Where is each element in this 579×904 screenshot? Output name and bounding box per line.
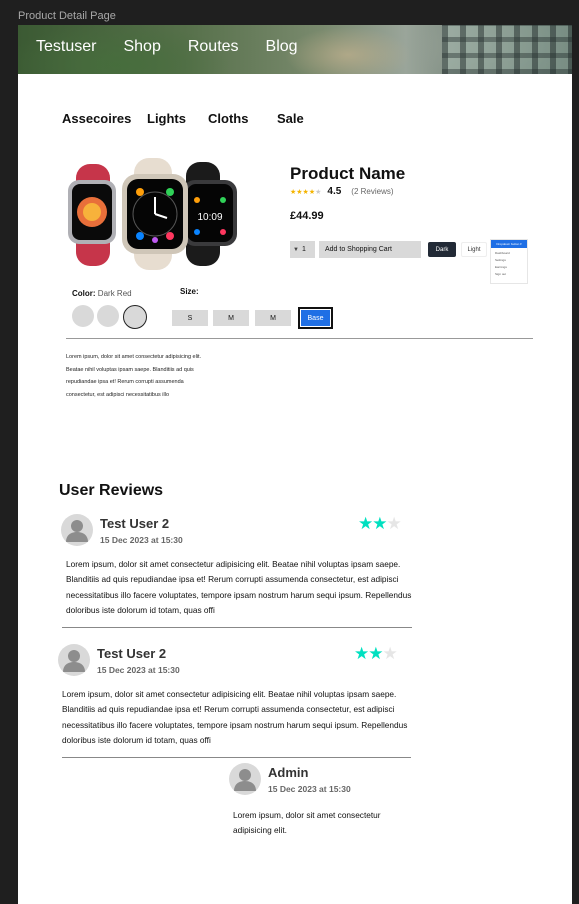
product-detail-page: Testuser Shop Routes Blog Assecoires Lig… bbox=[18, 25, 572, 904]
admin-avatar bbox=[229, 763, 261, 795]
review-author: Test User 2 bbox=[100, 516, 170, 531]
watch-red bbox=[68, 164, 116, 266]
quantity-value: 1 bbox=[301, 246, 306, 253]
section-divider bbox=[66, 338, 533, 339]
nav-blog[interactable]: Blog bbox=[266, 38, 298, 56]
user-icon bbox=[63, 650, 85, 672]
review-text: Lorem ipsum, dolor sit amet consectetur … bbox=[66, 559, 412, 615]
color-value: Dark Red bbox=[97, 289, 132, 298]
dark-theme-button[interactable]: Dark bbox=[428, 242, 456, 257]
hero-banner: Testuser Shop Routes Blog bbox=[18, 25, 572, 74]
reply-author: Admin bbox=[268, 765, 309, 780]
review-date: 15 Dec 2023 at 15:30 bbox=[100, 535, 183, 545]
review-author: Test User 2 bbox=[97, 646, 167, 661]
review-count-link[interactable]: (2 Reviews) bbox=[351, 187, 393, 196]
color-swatch-1[interactable] bbox=[72, 305, 94, 327]
review-date: 15 Dec 2023 at 15:30 bbox=[97, 665, 180, 675]
dropdown-item-dashboard[interactable]: Dashboard bbox=[491, 251, 527, 255]
nav-shop[interactable]: Shop bbox=[123, 38, 160, 56]
frame-title: Product Detail Page bbox=[18, 10, 116, 22]
dropdown-menu: Dropdown button ▾ Dashboard Settings Ear… bbox=[490, 239, 528, 284]
svg-text:10:09: 10:09 bbox=[197, 212, 222, 223]
avatar bbox=[58, 644, 90, 676]
product-price: £44.99 bbox=[290, 210, 324, 222]
dropdown-item-settings[interactable]: Settings bbox=[491, 258, 527, 262]
category-assecoires[interactable]: Assecoires bbox=[62, 111, 131, 126]
color-swatch-2[interactable] bbox=[97, 305, 119, 327]
user-icon bbox=[66, 520, 88, 542]
hero-image-plaid bbox=[442, 25, 572, 74]
reviews-heading: User Reviews bbox=[59, 482, 164, 499]
nav-routes[interactable]: Routes bbox=[188, 38, 239, 56]
add-to-cart-button[interactable]: Add to Shopping Cart bbox=[319, 241, 421, 258]
watch-starlight bbox=[122, 158, 188, 270]
size-button-m-2[interactable]: M bbox=[255, 310, 291, 326]
size-label: Size: bbox=[180, 287, 199, 296]
nav-testuser[interactable]: Testuser bbox=[36, 38, 96, 56]
category-lights[interactable]: Lights bbox=[147, 111, 186, 126]
review-divider bbox=[62, 627, 412, 628]
reply-text: Lorem ipsum, dolor sit amet consectetur … bbox=[233, 810, 381, 836]
chevron-down-icon: ▼ bbox=[293, 246, 299, 253]
dropdown-item-earnings[interactable]: Earnings bbox=[491, 265, 527, 269]
dropdown-item-signout[interactable]: Sign out bbox=[491, 272, 527, 276]
product-image: 10:09 bbox=[68, 158, 237, 270]
review-divider bbox=[62, 757, 411, 758]
color-label: Color: Dark Red bbox=[72, 289, 132, 298]
category-cloths[interactable]: Cloths bbox=[208, 111, 248, 126]
rating-stars-icon: ★★★★★ bbox=[290, 188, 322, 196]
dropdown-button[interactable]: Dropdown button ▾ bbox=[491, 240, 527, 248]
avatar bbox=[61, 514, 93, 546]
color-label-text: Color: bbox=[72, 289, 96, 298]
watch-black: 10:09 bbox=[183, 162, 237, 266]
review-stars-icon: ★★★ bbox=[358, 514, 402, 533]
user-icon bbox=[234, 769, 256, 791]
top-nav: Testuser Shop Routes Blog bbox=[36, 38, 325, 56]
rating-value: 4.5 bbox=[327, 186, 342, 197]
dropdown-button-label: Dropdown button bbox=[496, 242, 520, 246]
reply-date: 15 Dec 2023 at 15:30 bbox=[268, 784, 351, 794]
size-button-s[interactable]: S bbox=[172, 310, 208, 326]
category-sale[interactable]: Sale bbox=[277, 111, 304, 126]
light-theme-button[interactable]: Light bbox=[461, 242, 487, 257]
review-stars-icon: ★★★ bbox=[354, 644, 398, 663]
review-text: Lorem ipsum, dolor sit amet consectetur … bbox=[62, 689, 408, 745]
product-description: Lorem ipsum, dolor sit amet consectetur … bbox=[66, 354, 202, 398]
size-button-base[interactable]: Base bbox=[298, 307, 333, 329]
size-button-m[interactable]: M bbox=[213, 310, 249, 326]
product-name: Product Name bbox=[290, 164, 406, 183]
product-rating: ★★★★★ 4.5 (2 Reviews) bbox=[290, 186, 394, 197]
color-swatch-3-selected[interactable] bbox=[123, 305, 147, 329]
quantity-select[interactable]: ▼ 1 bbox=[290, 241, 315, 258]
